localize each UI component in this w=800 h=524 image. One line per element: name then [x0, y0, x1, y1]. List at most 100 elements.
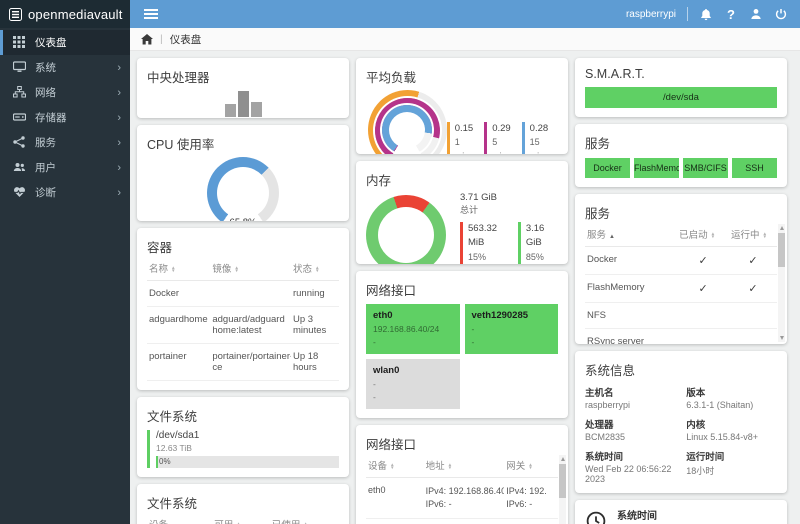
dashboard-grid-icon: [13, 36, 26, 49]
user-icon[interactable]: [749, 7, 763, 21]
sidebar-item-label: 诊断: [35, 185, 56, 200]
container-state: Up 18 hours: [291, 344, 339, 381]
sysinfo-field-hostname: 主机名 raspberrypi: [585, 385, 680, 410]
container-image: portainer/portainer-ce: [210, 344, 291, 381]
app-logo-text: openmediavault: [28, 7, 123, 22]
card-title: 容器: [147, 237, 339, 256]
interface-ip: 192.168.86.40/24: [373, 324, 439, 334]
card-system-info: 系统信息 主机名 raspberrypi 版本 6.3.1-1 (Shaitan…: [575, 351, 787, 493]
card-title: 系统信息: [585, 360, 777, 379]
sidebar-item-dashboard[interactable]: 仪表盘: [0, 30, 130, 55]
check-icon: ✓: [748, 283, 757, 295]
service-badge-smb: SMB/CIFS: [683, 158, 728, 178]
clock-icon: [585, 510, 607, 524]
chevron-right-icon: ›: [117, 62, 121, 74]
home-icon[interactable]: [141, 34, 153, 45]
sort-icon: ▲▼: [171, 266, 176, 273]
column-3: S.M.A.R.T. /dev/sda 服务 Docker FlashMemor…: [575, 58, 787, 524]
menu-toggle-icon[interactable]: [144, 8, 160, 20]
card-title: 文件系统: [147, 406, 339, 425]
cpu-usage-gauge: 65.8%: [207, 157, 279, 221]
app-frame: openmediavault raspberrypi 仪表盘: [0, 0, 800, 524]
vertical-scrollbar[interactable]: [559, 455, 566, 524]
interface-name: eth0: [373, 309, 453, 323]
service-badge-flashmemory: FlashMemory: [634, 158, 679, 178]
column-header-used[interactable]: 已使用▲▼: [270, 514, 339, 524]
sidebar: 仪表盘 系统 › 网络 › 存储器 ›: [0, 28, 130, 524]
column-header-gateway[interactable]: 网关▲▼: [504, 455, 558, 478]
load-value: 0.29: [492, 122, 513, 136]
card-title: 网络接口: [366, 434, 558, 453]
interface-ip: -: [373, 379, 376, 389]
chevron-right-icon: ›: [117, 137, 121, 149]
column-header-device[interactable]: 设备▲: [147, 514, 212, 524]
memory-used-percent: 15%: [468, 252, 486, 262]
network-tile-veth: veth1290285 - -: [465, 304, 559, 354]
app-logo[interactable]: openmediavault: [0, 0, 130, 28]
net-device: lo: [366, 518, 424, 524]
card-title: 服务: [585, 203, 777, 222]
service-badges: Docker FlashMemory SMB/CIFS SSH: [585, 158, 777, 178]
memory-donut-chart: [366, 195, 446, 264]
card-filesystem-summary: 文件系统 /dev/sda1 12.63 TiB 0%: [137, 397, 349, 477]
column-header-enabled[interactable]: 已启动▲▼: [677, 224, 729, 247]
scrollbar-thumb[interactable]: [559, 464, 566, 498]
check-icon: ✓: [748, 255, 757, 267]
card-network-tiles: 网络接口 eth0 192.168.86.40/24 - veth1290285…: [356, 271, 568, 418]
info-card-title: 系统时间: [617, 507, 732, 522]
column-header-name[interactable]: 名称▲▼: [147, 258, 210, 281]
column-header-address[interactable]: 地址▲▼: [424, 455, 505, 478]
load-label: 1 min: [455, 137, 470, 154]
sidebar-item-label: 服务: [35, 135, 56, 150]
card-title: 文件系统: [147, 493, 339, 512]
card-cpu: 中央处理器: [137, 58, 349, 118]
heart-pulse-icon: [13, 186, 26, 199]
card-filesystem-table: 文件系统 设备▲ 可用▲▼ 已使用▲▼ /dev/sda1: [137, 484, 349, 524]
column-header-device[interactable]: 设备▲▼: [366, 455, 424, 478]
sidebar-item-users[interactable]: 用户 ›: [0, 155, 130, 180]
sidebar-item-diagnostics[interactable]: 诊断 ›: [0, 180, 130, 205]
sysinfo-field-systime: 系统时间 Wed Feb 22 06:56:22 2023: [585, 449, 680, 484]
interface-name: veth1290285: [472, 309, 552, 323]
sidebar-item-system[interactable]: 系统 ›: [0, 55, 130, 80]
sidebar-item-services[interactable]: 服务 ›: [0, 130, 130, 155]
memory-total-label: 总计: [460, 205, 478, 215]
sidebar-item-storage[interactable]: 存储器 ›: [0, 105, 130, 130]
card-title: 平均负载: [366, 67, 558, 86]
storage-disk-icon: [13, 111, 26, 124]
column-header-available[interactable]: 可用▲▼: [212, 514, 270, 524]
vertical-scrollbar[interactable]: [778, 224, 785, 342]
load-legend: 0.15 1 min 0.29 5 min 0.28 15 min: [447, 88, 558, 154]
sysinfo-field-version: 版本 6.3.1-1 (Shaitan): [686, 385, 777, 410]
memory-chart-wrap: 3.71 GiB 总计 563.32 MiB 15% Used: [366, 192, 558, 264]
service-badge-ssh: SSH: [732, 158, 777, 178]
container-state: Up 3 minutes: [291, 307, 339, 344]
users-icon: [13, 161, 26, 174]
cpu-usage-gauge-wrap: 65.8%: [147, 155, 339, 221]
memory-free-value: 3.16 GiB: [526, 222, 558, 251]
column-header-image[interactable]: 镜像▲▼: [210, 258, 291, 281]
interface-extra: -: [373, 337, 376, 347]
table-row: eth0 IPv4: 192.168.86.40/24IPv6: - IPv4:…: [366, 477, 558, 518]
column-header-state[interactable]: 状态▲▼: [291, 258, 339, 281]
column-header-running[interactable]: 运行中▲▼: [729, 224, 777, 247]
scrollbar-thumb[interactable]: [778, 233, 785, 267]
column-header-service[interactable]: 服务▲: [585, 224, 677, 247]
card-title: S.M.A.R.T.: [585, 67, 777, 81]
sysinfo-field-processor: 处理器 BCM2835: [585, 417, 680, 442]
network-tile-eth0: eth0 192.168.86.40/24 -: [366, 304, 460, 354]
sidebar-item-network[interactable]: 网络 ›: [0, 80, 130, 105]
filesystem-size: 12.63 TiB: [156, 443, 339, 453]
check-icon: ✓: [698, 283, 707, 295]
power-icon[interactable]: [774, 7, 788, 21]
table-row: Docker running: [147, 281, 339, 307]
share-icon: [13, 136, 26, 149]
interface-ip: -: [472, 324, 475, 334]
net-device: eth0: [366, 477, 424, 518]
interface-extra: -: [472, 337, 475, 347]
card-title: 内存: [366, 170, 558, 189]
help-icon[interactable]: [724, 7, 738, 21]
notifications-bell-icon[interactable]: [699, 7, 713, 21]
sort-icon: ▲▼: [528, 463, 533, 470]
card-cpu-usage: CPU 使用率 65.8%: [137, 125, 349, 221]
